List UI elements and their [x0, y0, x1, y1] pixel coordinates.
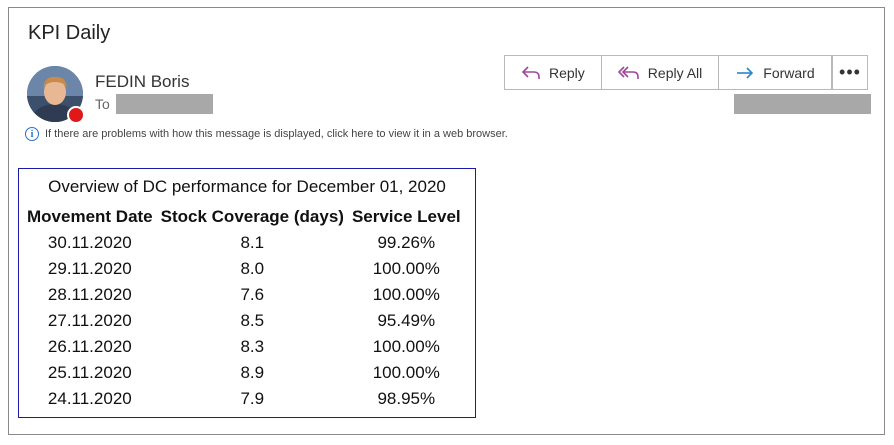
service-level-cell: 100.00% — [372, 259, 440, 278]
stock-coverage-cell: 8.5 — [240, 311, 265, 330]
table-row: 29.11.2020 8.0 100.00% — [23, 256, 465, 282]
more-actions-button[interactable]: ••• — [832, 55, 868, 90]
sender-name[interactable]: FEDIN Boris — [95, 72, 189, 92]
kpi-table: Movement Date Stock Coverage (days) Serv… — [23, 203, 465, 412]
info-icon: i — [25, 127, 39, 141]
table-row: 25.11.2020 8.9 100.00% — [23, 360, 465, 386]
table-row: 24.11.2020 7.9 98.95% — [23, 386, 465, 412]
stock-coverage-cell: 8.9 — [240, 363, 265, 382]
service-level-cell: 98.95% — [377, 389, 436, 408]
stock-coverage-cell: 8.1 — [240, 233, 265, 252]
kpi-report-table-container: Overview of DC performance for December … — [18, 168, 476, 418]
stock-coverage-cell: 8.0 — [240, 259, 265, 278]
reply-icon — [521, 65, 541, 81]
column-header: Stock Coverage (days) — [160, 206, 344, 226]
recipient-label: To — [95, 96, 110, 112]
movement-date-cell: 28.11.2020 — [47, 285, 132, 304]
report-title: Overview of DC performance for December … — [48, 177, 446, 196]
message-window: KPI Daily FEDIN Boris To Reply Reply All… — [8, 7, 885, 435]
table-row: 26.11.2020 8.3 100.00% — [23, 334, 465, 360]
movement-date-cell: 30.11.2020 — [47, 233, 132, 252]
column-header: Service Level — [351, 206, 461, 226]
service-level-cell: 100.00% — [372, 337, 440, 356]
reply-all-label: Reply All — [647, 64, 703, 81]
table-row: 28.11.2020 7.6 100.00% — [23, 282, 465, 308]
movement-date-cell: 25.11.2020 — [47, 363, 132, 382]
movement-date-cell: 26.11.2020 — [47, 337, 132, 356]
reply-button[interactable]: Reply — [505, 56, 602, 89]
table-row: 30.11.2020 8.1 99.26% — [23, 230, 465, 256]
movement-date-cell: 29.11.2020 — [47, 259, 132, 278]
table-header-row: Movement Date Stock Coverage (days) Serv… — [23, 203, 465, 230]
display-problem-notice[interactable]: i If there are problems with how this me… — [25, 127, 508, 141]
table-row: 27.11.2020 8.5 95.49% — [23, 308, 465, 334]
reply-label: Reply — [549, 64, 585, 81]
reply-all-icon — [617, 65, 640, 81]
service-level-cell: 100.00% — [372, 285, 440, 304]
forward-icon — [735, 65, 755, 81]
forward-label: Forward — [763, 64, 815, 81]
service-level-cell: 100.00% — [372, 363, 440, 382]
info-text: If there are problems with how this mess… — [45, 128, 508, 140]
message-subject: KPI Daily — [28, 22, 111, 44]
service-level-cell: 95.49% — [377, 311, 436, 330]
redacted-timestamp — [734, 94, 871, 114]
redacted-recipient — [116, 94, 213, 114]
reply-all-button[interactable]: Reply All — [602, 56, 720, 89]
stock-coverage-cell: 7.6 — [240, 285, 265, 304]
movement-date-cell: 24.11.2020 — [47, 389, 132, 408]
stock-coverage-cell: 7.9 — [240, 389, 265, 408]
column-header: Movement Date — [27, 206, 153, 226]
more-icon: ••• — [839, 62, 861, 82]
stock-coverage-cell: 8.3 — [240, 337, 265, 356]
presence-status-icon — [67, 106, 85, 124]
service-level-cell: 99.26% — [377, 233, 436, 252]
forward-button[interactable]: Forward — [719, 56, 830, 89]
movement-date-cell: 27.11.2020 — [47, 311, 132, 330]
message-actions: Reply Reply All Forward — [504, 55, 832, 90]
